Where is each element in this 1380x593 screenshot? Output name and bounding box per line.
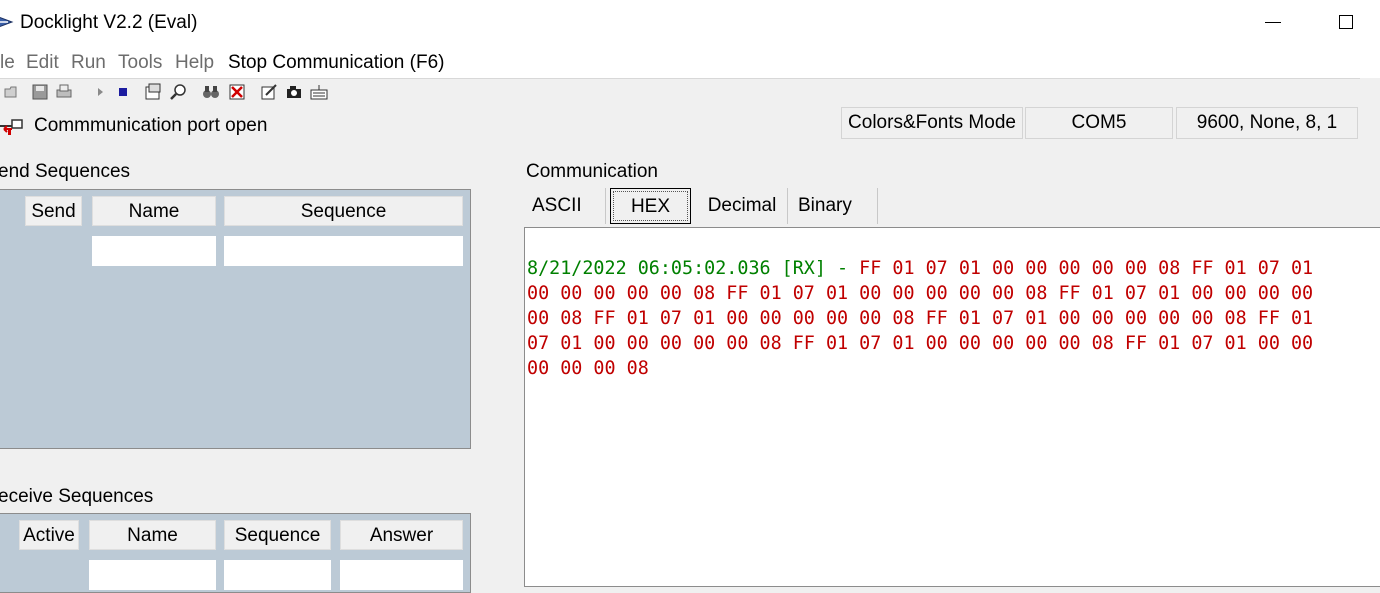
send-sequences-label: end Sequences — [0, 161, 131, 182]
maximize-icon — [1339, 15, 1353, 29]
rx-timestamp: 8/21/2022 06:05:02.036 [RX] - — [527, 258, 860, 279]
print-icon[interactable] — [55, 83, 73, 101]
menu-file[interactable]: le — [0, 52, 15, 74]
status-port-panel: COM5 — [1025, 107, 1173, 139]
menu-stop-communication[interactable]: Stop Communication (F6) — [228, 52, 444, 74]
communication-label: Communication — [526, 161, 658, 182]
stop-icon[interactable] — [114, 83, 132, 101]
menu-run[interactable]: Run — [71, 52, 106, 74]
receive-col-name[interactable]: Name — [89, 520, 216, 550]
window-title: Docklight V2.2 (Eval) — [20, 12, 198, 33]
receive-sequences-grid[interactable]: Active Name Sequence Answer — [0, 513, 471, 593]
binoculars-icon[interactable] — [202, 83, 220, 101]
menu-tools[interactable]: Tools — [118, 52, 162, 74]
status-settings-panel: 9600, None, 8, 1 — [1176, 107, 1358, 139]
snapshot-icon[interactable] — [285, 83, 303, 101]
menu-edit[interactable]: Edit — [26, 52, 59, 74]
status-row: Commmunication port open — [0, 108, 1380, 142]
rx-line: 07 01 00 00 00 00 00 08 FF 01 07 01 00 0… — [527, 333, 1314, 354]
receive-cell-answer[interactable] — [340, 560, 463, 590]
receive-cell-sequence[interactable] — [224, 560, 331, 590]
send-cell-sequence[interactable] — [224, 236, 463, 266]
receive-col-active[interactable]: Active — [19, 520, 79, 550]
status-message: Commmunication port open — [34, 115, 268, 136]
save-icon[interactable] — [31, 83, 49, 101]
settings-icon[interactable] — [144, 83, 162, 101]
play-icon[interactable] — [92, 83, 110, 101]
send-cell-name[interactable] — [92, 236, 216, 266]
rx-line: 00 08 FF 01 07 01 00 00 00 00 00 08 FF 0… — [527, 308, 1314, 329]
minimize-button[interactable] — [1258, 6, 1288, 36]
receive-col-answer[interactable]: Answer — [340, 520, 463, 550]
maximize-button[interactable] — [1331, 6, 1361, 36]
tab-ascii[interactable]: ASCII — [526, 188, 606, 224]
menu-help[interactable]: Help — [175, 52, 214, 74]
send-col-send[interactable]: Send — [25, 196, 82, 226]
tab-decimal[interactable]: Decimal — [697, 188, 788, 224]
clear-icon[interactable] — [228, 83, 246, 101]
receive-sequences-label: eceive Sequences — [0, 486, 154, 507]
toolbar — [0, 78, 1360, 107]
title-bar: Docklight V2.2 (Eval) — [0, 0, 1380, 46]
keyboard-icon[interactable] — [310, 83, 328, 101]
tab-binary[interactable]: Binary — [788, 188, 878, 224]
tab-hex[interactable]: HEX — [610, 188, 691, 224]
open-folder-icon[interactable] — [4, 83, 22, 101]
rx-line: 00 00 00 00 00 08 FF 01 07 01 00 00 00 0… — [527, 283, 1314, 304]
send-col-name[interactable]: Name — [92, 196, 216, 226]
rx-line: FF 01 07 01 00 00 00 00 00 08 FF 01 07 0… — [859, 258, 1314, 279]
zoom-icon[interactable] — [170, 83, 188, 101]
receive-cell-name[interactable] — [89, 560, 216, 590]
send-sequences-grid[interactable]: Send Name Sequence — [0, 189, 471, 449]
communication-log: 8/21/2022 06:05:02.036 [RX] - FF 01 07 0… — [527, 256, 1380, 381]
docklight-app-icon — [0, 16, 14, 28]
receive-col-sequence[interactable]: Sequence — [224, 520, 331, 550]
minimize-icon — [1265, 22, 1281, 23]
communication-window[interactable]: 8/21/2022 06:05:02.036 [RX] - FF 01 07 0… — [524, 227, 1380, 587]
menu-bar: le Edit Run Tools Help Stop Communicatio… — [0, 46, 1380, 78]
rx-line: 00 00 00 08 — [527, 358, 649, 379]
status-mode-panel: Colors&Fonts Mode — [841, 107, 1023, 139]
edit-icon[interactable] — [260, 83, 278, 101]
send-col-sequence[interactable]: Sequence — [224, 196, 463, 226]
port-open-icon — [0, 119, 23, 135]
